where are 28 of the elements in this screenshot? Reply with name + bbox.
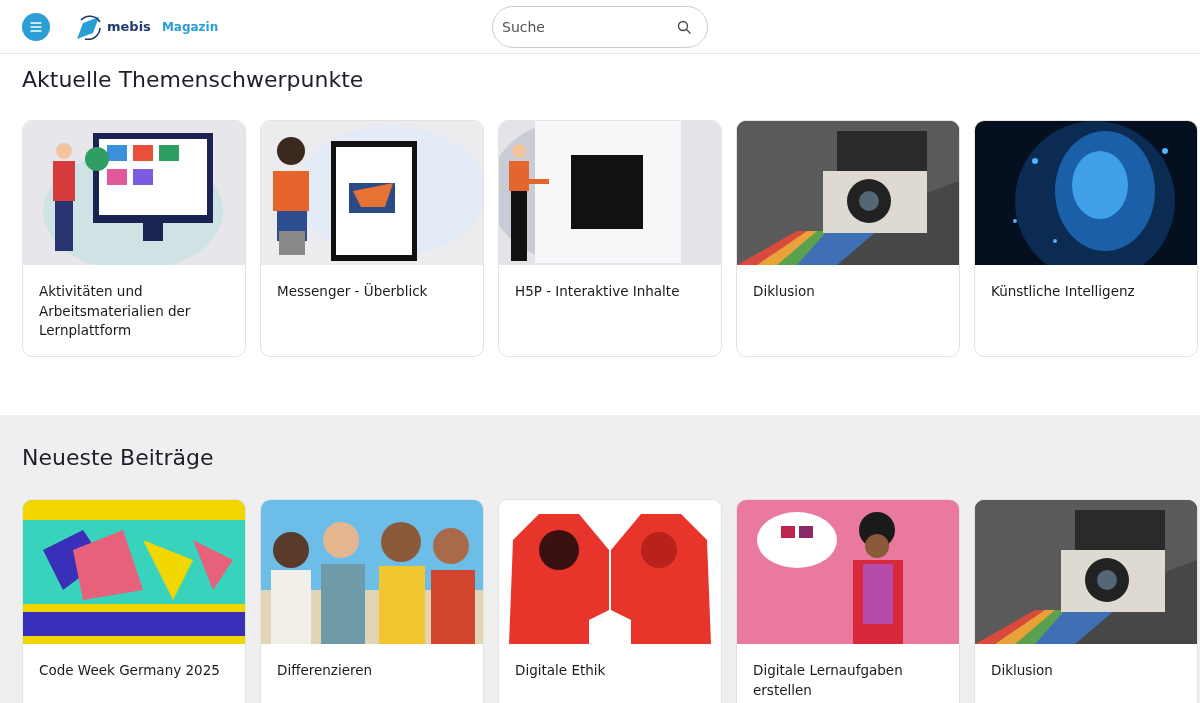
menu-icon <box>30 21 42 32</box>
card-title: Diklusion <box>752 282 816 301</box>
article-card[interactable]: Diklusion <box>974 499 1198 703</box>
menu-button[interactable] <box>22 12 50 41</box>
card-title: Messenger - Überblick <box>276 282 429 301</box>
card-title: Digitale Lernaufgaben erstellen <box>752 661 904 700</box>
article-card[interactable]: Digitale Lernaufgaben erstellen <box>736 499 960 703</box>
card-title: Diklusion <box>990 661 1054 680</box>
card-title: H5P - Interaktive Inhalte <box>514 282 681 301</box>
article-card[interactable]: H5P - Interaktive Inhalte <box>498 120 722 357</box>
article-card[interactable]: Code Week Germany 2025 <box>22 499 246 703</box>
article-card[interactable]: Differenzieren <box>260 499 484 703</box>
article-card[interactable]: Aktivitäten und Arbeitsmaterialien der Lernplattform <box>22 120 246 357</box>
card-title: Künstliche Intelligenz <box>990 282 1136 301</box>
card-title: Differenzieren <box>276 661 374 680</box>
card-title: Code Week Germany 2025 <box>38 661 221 680</box>
section-heading: Neueste Beiträge <box>22 444 215 472</box>
article-card[interactable]: Diklusion <box>736 120 960 357</box>
logo-text: mebis <box>107 19 151 34</box>
card-title: Aktivitäten und Arbeitsmaterialien der Lernplattform <box>38 282 192 340</box>
card-title: Digitale Ethik <box>514 661 607 680</box>
logo-subtitle: Magazin <box>161 19 219 34</box>
section-heading: Aktuelle Themenschwerpunkte <box>22 66 365 94</box>
article-card[interactable]: Künstliche Intelligenz <box>974 120 1198 357</box>
search-field[interactable]: Suche <box>492 5 708 48</box>
article-card[interactable]: Messenger - Überblick <box>260 120 484 357</box>
search-icon <box>677 19 691 34</box>
article-card[interactable]: Digitale Ethik <box>498 499 722 703</box>
